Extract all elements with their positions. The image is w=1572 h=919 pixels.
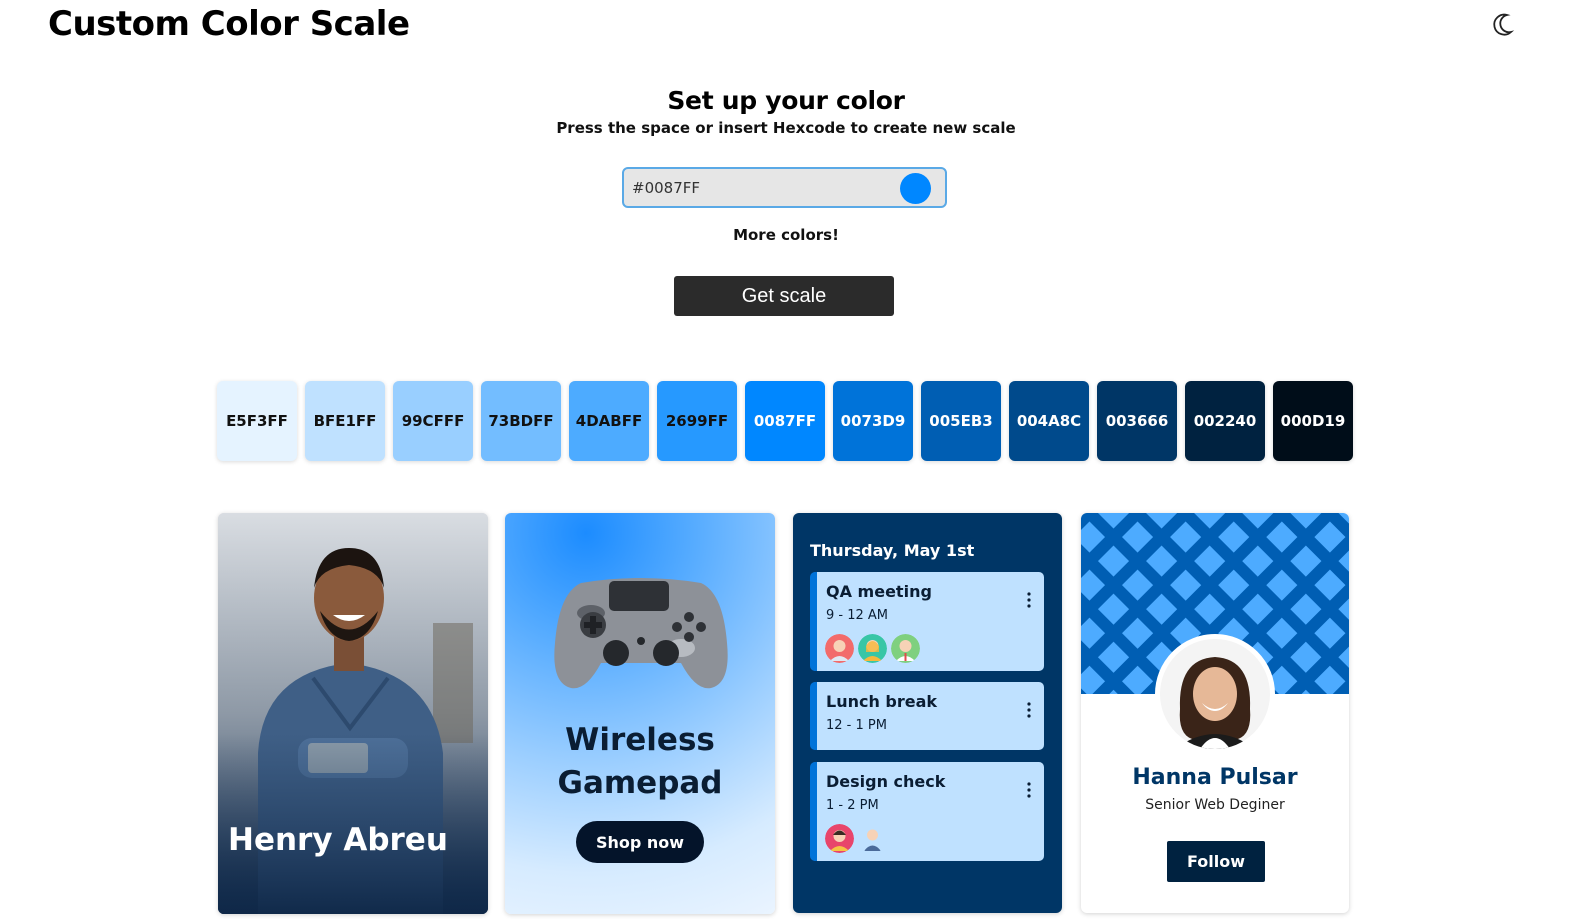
color-swatch[interactable]: 99CFFF <box>393 381 473 461</box>
product-name: Wireless Gamepad <box>505 719 775 805</box>
profile-name: Hanna Pulsar <box>1132 765 1298 790</box>
color-swatch[interactable]: 005EB3 <box>921 381 1001 461</box>
moon-icon[interactable] <box>1490 12 1516 38</box>
color-scale: E5F3FF BFE1FF 99CFFF 73BDFF 4DABFF 2699FF 0087… <box>217 381 1353 461</box>
product-name-line2: Gamepad <box>557 765 723 801</box>
profile-card: Hanna Pulsar Senior Web Deginer Follow <box>1081 513 1349 913</box>
avatar <box>891 634 920 663</box>
product-card: Wireless Gamepad Shop now <box>505 513 775 914</box>
setup-heading: Set up your color <box>667 86 905 115</box>
follow-button[interactable]: Follow <box>1167 841 1265 882</box>
profile-role: Senior Web Deginer <box>1145 797 1285 813</box>
hex-input[interactable] <box>632 177 892 199</box>
avatar <box>825 824 854 853</box>
more-vertical-icon[interactable] <box>1026 592 1032 608</box>
get-scale-button[interactable]: Get scale <box>674 276 894 316</box>
person-card: Henry Abreu <box>218 513 488 914</box>
color-swatch[interactable]: 4DABFF <box>569 381 649 461</box>
more-vertical-icon[interactable] <box>1026 702 1032 718</box>
setup-section: Set up your color Press the space or ins… <box>0 86 1572 137</box>
avatar <box>858 824 887 853</box>
color-swatch[interactable]: 73BDFF <box>481 381 561 461</box>
color-swatch[interactable]: 003666 <box>1097 381 1177 461</box>
more-colors-link[interactable]: More colors! <box>0 226 1572 244</box>
color-swatch[interactable]: 000D19 <box>1273 381 1353 461</box>
hex-input-field <box>622 167 947 208</box>
product-name-line1: Wireless <box>565 722 715 758</box>
gamepad-image <box>554 578 728 689</box>
event-time: 1 - 2 PM <box>826 798 879 813</box>
schedule-card: Thursday, May 1st QA meeting 9 - 12 AM L… <box>793 513 1062 913</box>
avatar <box>858 634 887 663</box>
more-vertical-icon[interactable] <box>1026 782 1032 798</box>
setup-subheading: Press the space or insert Hexcode to cre… <box>556 119 1016 137</box>
event-title: QA meeting <box>826 582 932 601</box>
attendee-avatars <box>825 824 887 853</box>
event-time: 12 - 1 PM <box>826 718 887 733</box>
color-swatch[interactable]: E5F3FF <box>217 381 297 461</box>
color-swatch[interactable]: BFE1FF <box>305 381 385 461</box>
color-swatch[interactable]: 2699FF <box>657 381 737 461</box>
color-swatch[interactable]: 0087FF <box>745 381 825 461</box>
schedule-date: Thursday, May 1st <box>810 541 975 560</box>
event-title: Lunch break <box>826 692 938 711</box>
color-picker-dot[interactable] <box>900 173 931 204</box>
person-name: Henry Abreu <box>228 822 448 858</box>
profile-avatar <box>1155 634 1275 754</box>
app-title: Custom Color Scale <box>48 4 410 44</box>
avatar <box>825 634 854 663</box>
event-card[interactable]: Lunch break 12 - 1 PM <box>810 682 1044 750</box>
shop-now-button[interactable]: Shop now <box>576 821 704 863</box>
color-swatch[interactable]: 0073D9 <box>833 381 913 461</box>
color-swatch[interactable]: 004A8C <box>1009 381 1089 461</box>
attendee-avatars <box>825 634 920 663</box>
color-swatch[interactable]: 002240 <box>1185 381 1265 461</box>
event-title: Design check <box>826 772 946 791</box>
event-card[interactable]: QA meeting 9 - 12 AM <box>810 572 1044 671</box>
event-card[interactable]: Design check 1 - 2 PM <box>810 762 1044 861</box>
event-time: 9 - 12 AM <box>826 608 889 623</box>
